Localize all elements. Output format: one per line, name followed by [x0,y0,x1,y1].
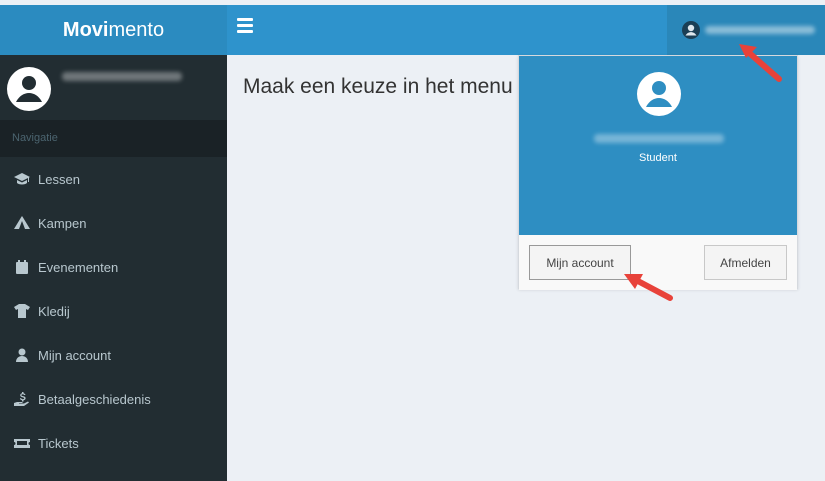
sidebar-item-evenementen[interactable]: Evenementen [0,245,227,289]
logo-bold: Movi [62,18,109,41]
sidebar-item-label: Betaalgeschiedenis [38,391,151,407]
user-icon [14,348,30,362]
sidebar-item-label: Lessen [38,171,80,187]
tshirt-icon [14,304,30,318]
sidebar-item-kampen[interactable]: Kampen [0,201,227,245]
annotation-arrow-icon [739,44,782,82]
sidebar-item-kledij[interactable]: Kledij [0,289,227,333]
logout-button[interactable]: Afmelden [704,245,787,280]
sidebar-item-betaalgeschiedenis[interactable]: Betaalgeschiedenis [0,377,227,421]
sidebar-item-mijn-account[interactable]: Mijn account [0,333,227,377]
dropdown-user-name-blurred [594,134,724,143]
user-name-blurred [705,26,815,34]
user-role: Student [639,152,677,164]
calendar-icon [14,260,30,274]
annotation-arrow-icon [624,274,673,301]
sidebar-user-name-blurred [62,72,182,81]
sidebar-item-tickets[interactable]: Tickets [0,421,227,465]
sidebar-item-label: Mijn account [38,347,111,363]
tent-icon [14,216,30,230]
sidebar-item-label: Evenementen [38,259,119,275]
sidebar-item-lessen[interactable]: Lessen [0,157,227,201]
app-logo[interactable]: Movi mento [0,5,227,55]
sidebar-item-label: Tickets [38,435,79,451]
sidebar-item-label: Kampen [38,215,87,231]
nav-header: Navigatie [0,120,227,157]
avatar [7,67,51,111]
page-title: Maak een keuze in het menu [243,75,513,98]
graduation-cap-icon [14,172,30,186]
user-dropdown: Student Mijn account Afmelden [518,55,798,290]
user-circle-icon [682,21,700,39]
sidebar-item-label: Kledij [38,303,70,319]
ticket-icon [14,436,30,450]
logo-rest: mento [108,18,165,41]
avatar [637,72,681,116]
sidebar: Navigatie Lessen Kampen Evenementen Kled… [0,55,227,481]
my-account-button[interactable]: Mijn account [529,245,631,280]
hand-dollar-icon [14,392,30,406]
user-panel [0,55,227,120]
menu-toggle-icon[interactable] [237,18,253,34]
